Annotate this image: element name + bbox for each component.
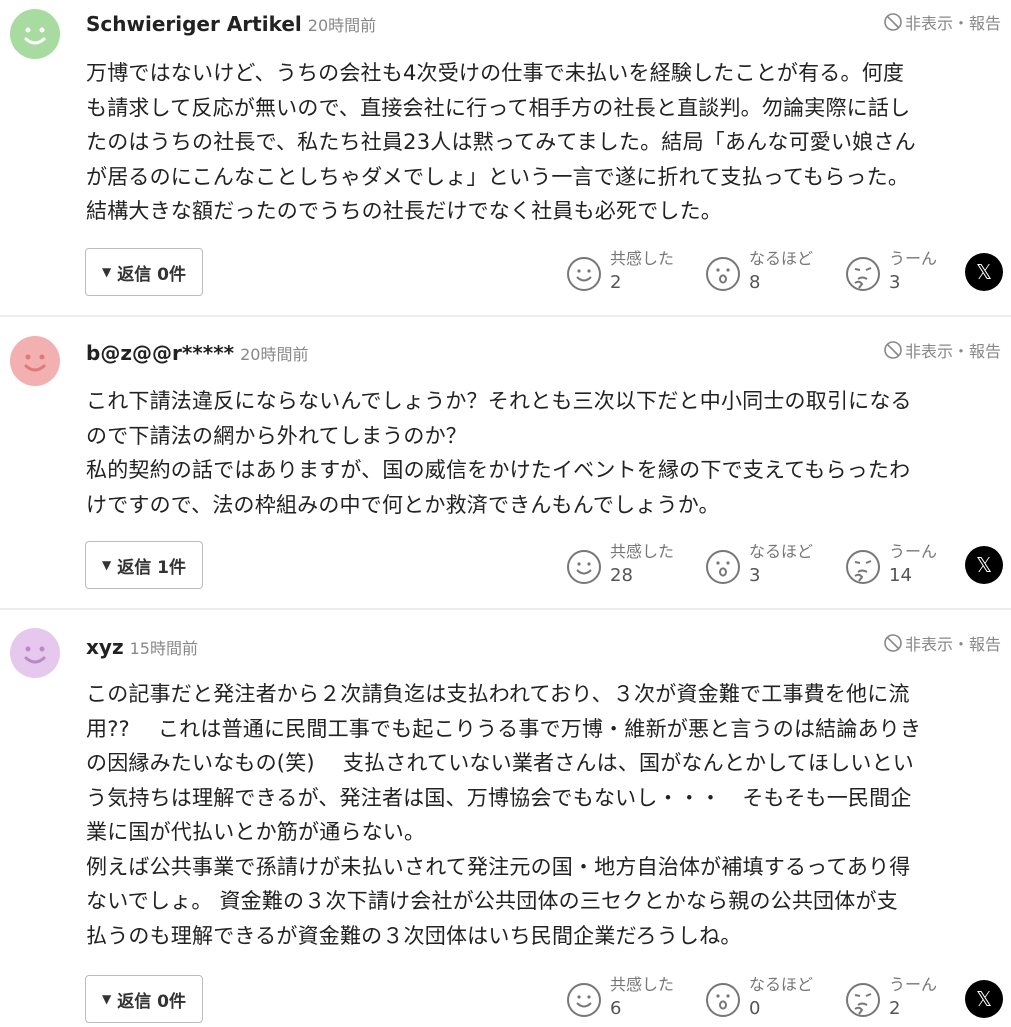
hmm-count: 3 bbox=[889, 272, 901, 293]
author-name[interactable]: b@z@@r***** bbox=[86, 341, 234, 365]
author-name[interactable]: Schwieriger Artikel bbox=[86, 12, 302, 36]
surprised-face-icon bbox=[705, 549, 741, 585]
report-label[interactable]: 非表示・報告 bbox=[905, 338, 1001, 362]
comment-divider bbox=[0, 608, 1011, 610]
insight-count: 3 bbox=[749, 565, 761, 586]
empathy-label: 共感した bbox=[610, 249, 675, 268]
user-avatar bbox=[10, 9, 60, 59]
hmm-reaction[interactable]: うーん 14 bbox=[845, 541, 937, 591]
caret-down-icon: ▼ bbox=[102, 558, 112, 572]
x-logo-icon: 𝕏 bbox=[975, 987, 993, 1011]
report-link[interactable]: 非表示・報告 bbox=[883, 10, 1001, 34]
empathy-count: 6 bbox=[610, 998, 622, 1019]
author-name[interactable]: xyz bbox=[86, 635, 124, 659]
hmm-label: うーん bbox=[889, 975, 938, 994]
insight-reaction[interactable]: なるほど 3 bbox=[705, 541, 813, 591]
insight-label: なるほど bbox=[749, 249, 814, 268]
insight-count: 0 bbox=[749, 998, 761, 1019]
thinking-face-icon bbox=[845, 549, 881, 585]
report-link[interactable]: 非表示・報告 bbox=[883, 631, 1001, 655]
user-avatar bbox=[10, 336, 60, 386]
thinking-face-icon bbox=[845, 982, 881, 1018]
smile-face-icon bbox=[566, 256, 602, 292]
insight-label: なるほど bbox=[749, 542, 814, 561]
report-link[interactable]: 非表示・報告 bbox=[883, 338, 1001, 362]
comment-author: Schwieriger Artikel 20時間前 bbox=[86, 12, 376, 36]
x-share-button[interactable]: 𝕏 bbox=[965, 253, 1003, 291]
empathy-count: 2 bbox=[610, 272, 622, 293]
user-avatar bbox=[10, 628, 60, 678]
reply-button[interactable]: ▼ 返信 0件 bbox=[85, 975, 203, 1023]
caret-down-icon: ▼ bbox=[102, 265, 112, 279]
caret-down-icon: ▼ bbox=[102, 992, 112, 1006]
hmm-label: うーん bbox=[889, 249, 938, 268]
report-label[interactable]: 非表示・報告 bbox=[905, 631, 1001, 655]
reply-label: 返信 0件 bbox=[117, 264, 186, 285]
insight-reaction[interactable]: なるほど 8 bbox=[705, 248, 813, 298]
reply-label: 返信 1件 bbox=[117, 557, 186, 578]
reply-button[interactable]: ▼ 返信 0件 bbox=[85, 248, 203, 296]
x-logo-icon: 𝕏 bbox=[975, 553, 993, 577]
reply-label: 返信 0件 bbox=[117, 991, 186, 1012]
insight-label: なるほど bbox=[749, 975, 814, 994]
surprised-face-icon bbox=[705, 256, 741, 292]
comment-author: xyz 15時間前 bbox=[86, 635, 198, 659]
hmm-count: 14 bbox=[889, 565, 912, 586]
x-logo-icon: 𝕏 bbox=[975, 260, 993, 284]
comment-time: 15時間前 bbox=[129, 639, 198, 658]
x-share-button[interactable]: 𝕏 bbox=[965, 546, 1003, 584]
empathy-reaction[interactable]: 共感した 6 bbox=[566, 974, 674, 1024]
comment-time: 20時間前 bbox=[307, 16, 377, 35]
hide-icon bbox=[884, 634, 902, 652]
hmm-reaction[interactable]: うーん 2 bbox=[845, 974, 937, 1024]
hmm-label: うーん bbox=[889, 542, 938, 561]
thinking-face-icon bbox=[845, 256, 881, 292]
comment-author: b@z@@r***** 20時間前 bbox=[86, 341, 309, 365]
smile-face-icon bbox=[566, 982, 602, 1018]
empathy-count: 28 bbox=[610, 565, 633, 586]
comment-body: これ下請法違反にならないんでしょうか？それとも三次以下だと中小同士の取引になる … bbox=[86, 389, 912, 517]
comment-body: 万博ではないけど、うちの会社も4次受けの仕事で未払いを経験したことが有る。何度 … bbox=[86, 61, 916, 223]
surprised-face-icon bbox=[705, 982, 741, 1018]
smile-face-icon bbox=[566, 549, 602, 585]
insight-reaction[interactable]: なるほど 0 bbox=[705, 974, 813, 1024]
comment-divider bbox=[0, 315, 1011, 317]
hide-icon bbox=[884, 13, 902, 31]
hmm-count: 2 bbox=[889, 998, 901, 1019]
report-label[interactable]: 非表示・報告 bbox=[905, 10, 1001, 34]
empathy-reaction[interactable]: 共感した 28 bbox=[566, 541, 674, 591]
empathy-label: 共感した bbox=[610, 975, 675, 994]
empathy-label: 共感した bbox=[610, 542, 675, 561]
hide-icon bbox=[884, 341, 902, 359]
insight-count: 8 bbox=[749, 272, 761, 293]
empathy-reaction[interactable]: 共感した 2 bbox=[566, 248, 674, 298]
comment-time: 20時間前 bbox=[240, 345, 309, 364]
hmm-reaction[interactable]: うーん 3 bbox=[845, 248, 937, 298]
comment-body: この記事だと発注者から２次請負迄は支払われており、３次が資金難で工事費を他に流 … bbox=[86, 682, 922, 948]
x-share-button[interactable]: 𝕏 bbox=[965, 980, 1003, 1018]
reply-button[interactable]: ▼ 返信 1件 bbox=[85, 541, 203, 589]
